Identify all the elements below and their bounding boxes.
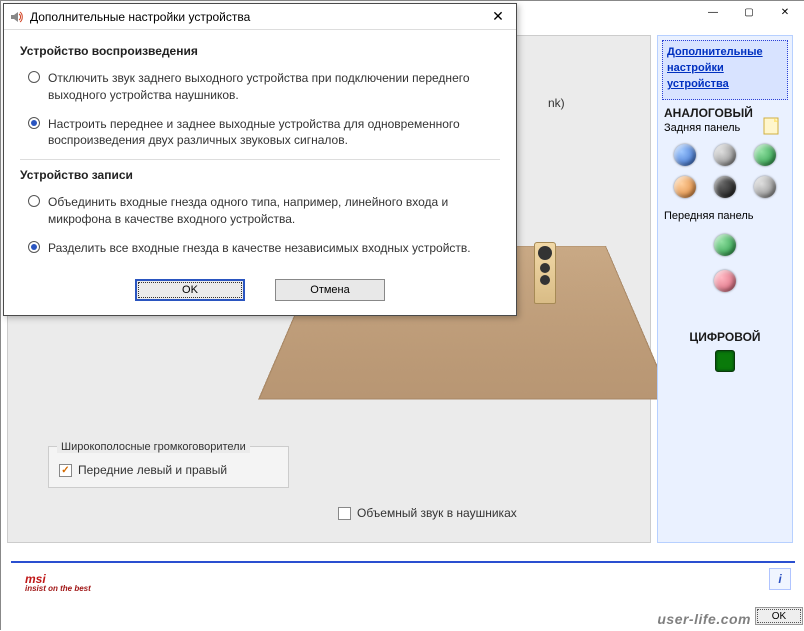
front-jack-pink[interactable] [714, 270, 736, 292]
record-opt-1-label: Разделить все входные гнезда в качестве … [48, 240, 471, 257]
record-opt-0-label: Объединить входные гнезда одного типа, н… [48, 194, 498, 228]
right-panel: Дополнительные настройки устройства АНАЛ… [657, 35, 793, 543]
jack-black[interactable] [714, 176, 736, 198]
watermark: user-life.com [657, 611, 751, 627]
playback-group-title: Устройство воспроизведения [20, 44, 500, 58]
taskbar: OK [755, 603, 803, 629]
jack-gray-2[interactable] [754, 176, 776, 198]
playback-opt-1-label: Настроить переднее и заднее выходные уст… [48, 116, 498, 150]
playback-opt-0-label: Отключить звук заднего выходного устройс… [48, 70, 498, 104]
playback-opt-1-radio[interactable] [28, 117, 40, 129]
footer: msi insist on the best i [11, 561, 795, 595]
advanced-settings-link[interactable]: Дополнительные настройки устройства [662, 40, 788, 100]
digital-title: ЦИФРОВОЙ [664, 330, 786, 344]
main-close-button[interactable]: ✕ [767, 1, 803, 23]
dialog-cancel-button[interactable]: Отмена [275, 279, 385, 301]
record-group-title: Устройство записи [20, 168, 500, 182]
note-icon [762, 116, 782, 136]
headphone-surround-checkbox[interactable]: . [338, 507, 351, 520]
playback-opt-0-radio[interactable] [28, 71, 40, 83]
rear-jacks [664, 136, 786, 206]
wideband-title: Широкополосные громкоговорители [57, 441, 250, 453]
dialog-titlebar: Дополнительные настройки устройства ✕ [4, 4, 516, 30]
info-button[interactable]: i [769, 568, 791, 590]
jack-orange[interactable] [674, 176, 696, 198]
front-jack-green[interactable] [714, 234, 736, 256]
digital-jack[interactable] [715, 350, 735, 372]
advanced-settings-dialog: Дополнительные настройки устройства ✕ Ус… [3, 3, 517, 316]
main-maximize-button[interactable]: ▢ [731, 1, 767, 23]
front-lr-label: Передние левый и правый [78, 463, 227, 477]
taskbar-ok-button[interactable]: OK [755, 607, 803, 625]
front-lr-checkbox[interactable]: ✓ [59, 464, 72, 477]
record-opt-1-radio[interactable] [28, 241, 40, 253]
jack-green[interactable] [754, 144, 776, 166]
dialog-ok-button[interactable]: OK [135, 279, 245, 301]
jack-gray[interactable] [714, 144, 736, 166]
jack-blue[interactable] [674, 144, 696, 166]
headphone-surround-label: Объемный звук в наушниках [357, 506, 517, 520]
speaker-icon [10, 10, 24, 24]
msi-logo: msi insist on the best [11, 565, 91, 593]
dialog-close-button[interactable]: ✕ [484, 7, 512, 27]
partial-text: nk) [548, 96, 565, 110]
record-opt-0-radio[interactable] [28, 195, 40, 207]
front-jacks [664, 226, 786, 300]
dialog-title: Дополнительные настройки устройства [30, 10, 250, 24]
wideband-speakers-group: Широкополосные громкоговорители ✓ Передн… [48, 446, 289, 488]
main-minimize-button[interactable]: — [695, 1, 731, 23]
front-panel-label: Передняя панель [664, 206, 786, 226]
